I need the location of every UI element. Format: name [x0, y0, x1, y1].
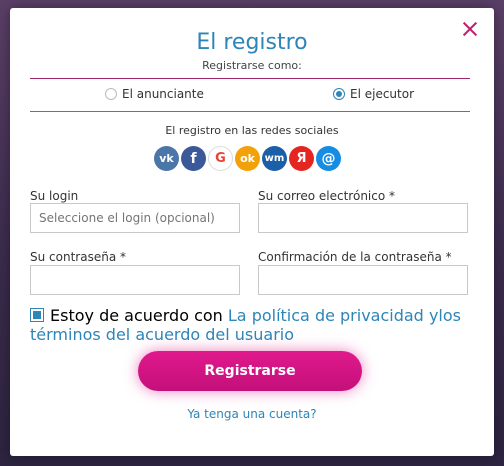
password-input[interactable] — [30, 265, 240, 295]
role-label-advertiser: El anunciante — [122, 87, 204, 101]
login-input[interactable] — [30, 203, 240, 233]
agreement-prefix: Estoy de acuerdo con — [50, 306, 223, 325]
existing-account-link[interactable]: Ya tenga una cuenta? — [10, 407, 494, 421]
login-label: Su login — [30, 189, 79, 203]
confirm-password-label: Confirmación de la contraseña * — [258, 250, 452, 264]
role-label-performer: El ejecutor — [350, 87, 415, 101]
role-option-performer[interactable]: El ejecutor — [333, 87, 414, 101]
role-selector: El anunciante El ejecutor — [30, 78, 470, 112]
webmoney-icon[interactable]: wm — [262, 146, 287, 171]
social-icons: vk f G ok wm Я @ — [154, 146, 354, 172]
email-input[interactable] — [258, 203, 468, 233]
facebook-icon[interactable]: f — [181, 146, 206, 171]
agreement-text: Estoy de acuerdo con La política de priv… — [30, 306, 468, 344]
radio-advertiser[interactable] — [105, 88, 117, 100]
mail-icon[interactable]: @ — [316, 146, 341, 171]
register-button[interactable]: Registrarse — [138, 351, 362, 391]
radio-performer[interactable] — [333, 88, 345, 100]
email-label: Su correo electrónico * — [258, 189, 396, 203]
registration-modal: El registro Registrarse como: El anuncia… — [10, 8, 494, 456]
vk-icon[interactable]: vk — [154, 146, 179, 171]
confirm-password-input[interactable] — [258, 265, 468, 295]
modal-title: El registro — [196, 30, 308, 55]
google-icon[interactable]: G — [208, 146, 233, 171]
modal-subtitle: Registrarse como: — [202, 59, 302, 72]
privacy-policy-link[interactable]: La política de privacidad — [228, 306, 424, 325]
yandex-icon[interactable]: Я — [289, 146, 314, 171]
password-label: Su contraseña * — [30, 250, 126, 264]
odnoklassniki-icon[interactable]: ok — [235, 146, 260, 171]
social-login-label: El registro en las redes sociales — [165, 124, 339, 137]
role-option-advertiser[interactable]: El anunciante — [105, 87, 204, 101]
